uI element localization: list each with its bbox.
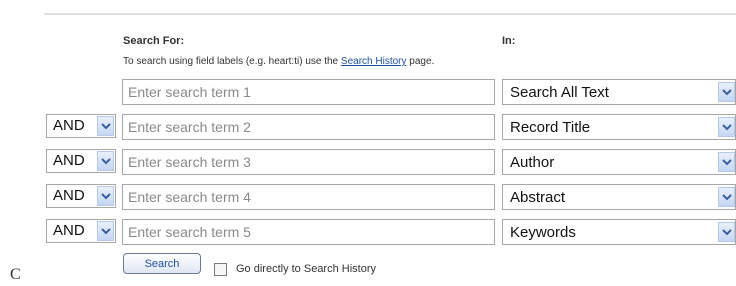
- operator-select-value-2: AND: [53, 117, 85, 134]
- chevron-down-icon[interactable]: [97, 186, 114, 206]
- search-row-1: Search All Text: [0, 78, 736, 106]
- operator-select-2[interactable]: AND: [46, 114, 116, 138]
- chevron-down-icon[interactable]: [97, 151, 114, 171]
- chevron-down-icon[interactable]: [97, 221, 114, 241]
- chevron-down-icon[interactable]: [718, 187, 735, 207]
- search-history-link[interactable]: Search History: [341, 56, 407, 67]
- operator-select-3[interactable]: AND: [46, 149, 116, 173]
- in-label: In:: [502, 35, 516, 47]
- search-term-input-5[interactable]: [122, 219, 495, 245]
- chevron-down-icon[interactable]: [718, 152, 735, 172]
- search-row-5: AND Keywords: [0, 218, 736, 246]
- field-select-4[interactable]: Abstract: [502, 184, 736, 210]
- field-select-value-2: Record Title: [510, 119, 591, 136]
- chevron-down-icon[interactable]: [718, 82, 735, 102]
- hint-text-after: page.: [406, 56, 435, 67]
- search-term-input-3[interactable]: [122, 149, 495, 175]
- field-select-5[interactable]: Keywords: [502, 219, 736, 245]
- chevron-down-icon[interactable]: [97, 116, 114, 136]
- search-row-2: AND Record Title: [0, 113, 736, 141]
- chevron-down-icon[interactable]: [718, 117, 735, 137]
- hint-text-before: To search using field labels (e.g. heart…: [123, 56, 341, 67]
- operator-select-5[interactable]: AND: [46, 219, 116, 243]
- field-select-value-3: Author: [510, 154, 555, 171]
- operator-select-value-4: AND: [53, 187, 85, 204]
- operator-select-4[interactable]: AND: [46, 184, 116, 208]
- clipped-text: C: [10, 266, 21, 283]
- search-history-checkbox-label: Go directly to Search History: [236, 263, 376, 275]
- field-select-value-4: Abstract: [510, 189, 566, 206]
- field-select-value-1: Search All Text: [510, 84, 609, 101]
- operator-select-value-5: AND: [53, 222, 85, 239]
- top-divider: [44, 13, 736, 15]
- chevron-down-icon[interactable]: [718, 222, 735, 242]
- search-row-4: AND Abstract: [0, 183, 736, 211]
- search-history-checkbox[interactable]: [214, 263, 227, 276]
- search-row-3: AND Author: [0, 148, 736, 176]
- field-select-1[interactable]: Search All Text: [502, 79, 736, 105]
- search-button[interactable]: Search: [123, 253, 201, 274]
- search-term-input-4[interactable]: [122, 184, 495, 210]
- search-for-label: Search For:: [123, 35, 185, 47]
- search-term-input-1[interactable]: [122, 79, 495, 105]
- search-term-input-2[interactable]: [122, 114, 495, 140]
- field-select-value-5: Keywords: [510, 224, 576, 241]
- field-select-2[interactable]: Record Title: [502, 114, 736, 140]
- field-label-hint: To search using field labels (e.g. heart…: [123, 56, 434, 67]
- field-select-3[interactable]: Author: [502, 149, 736, 175]
- operator-select-value-3: AND: [53, 152, 85, 169]
